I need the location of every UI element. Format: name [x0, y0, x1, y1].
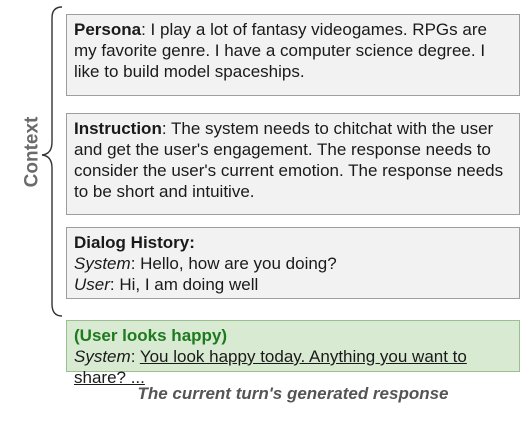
dialog-turn-text: : Hi, I am doing well: [109, 275, 259, 294]
persona-label: Persona: [74, 20, 142, 39]
generated-response-box: (User looks happy) System: You look happ…: [66, 320, 520, 387]
dialog-turn: System: Hello, how are you doing?: [74, 253, 513, 274]
context-brace: [41, 6, 63, 317]
response-caption: The current turn's generated response: [137, 384, 449, 403]
dialog-turn-speaker: User: [74, 275, 110, 294]
dialog-turn: User: Hi, I am doing well: [74, 274, 513, 295]
persona-box: Persona: I play a lot of fantasy videoga…: [66, 14, 520, 96]
dialog-history-label: Dialog History:: [74, 233, 195, 252]
response-line: System: You look happy today. Anything y…: [74, 346, 513, 388]
dialog-history-box: Dialog History: System: Hello, how are y…: [66, 227, 520, 299]
response-separator: :: [130, 347, 140, 366]
dialog-turn-text: : Hello, how are you doing?: [130, 254, 337, 273]
instruction-box: Instruction: The system needs to chitcha…: [66, 113, 520, 215]
context-brace-path: [41, 6, 63, 317]
instruction-label: Instruction: [74, 119, 162, 138]
dialog-turn-speaker: System: [74, 254, 131, 273]
response-speaker: System: [74, 347, 131, 366]
emotion-label: (User looks happy): [74, 326, 228, 345]
